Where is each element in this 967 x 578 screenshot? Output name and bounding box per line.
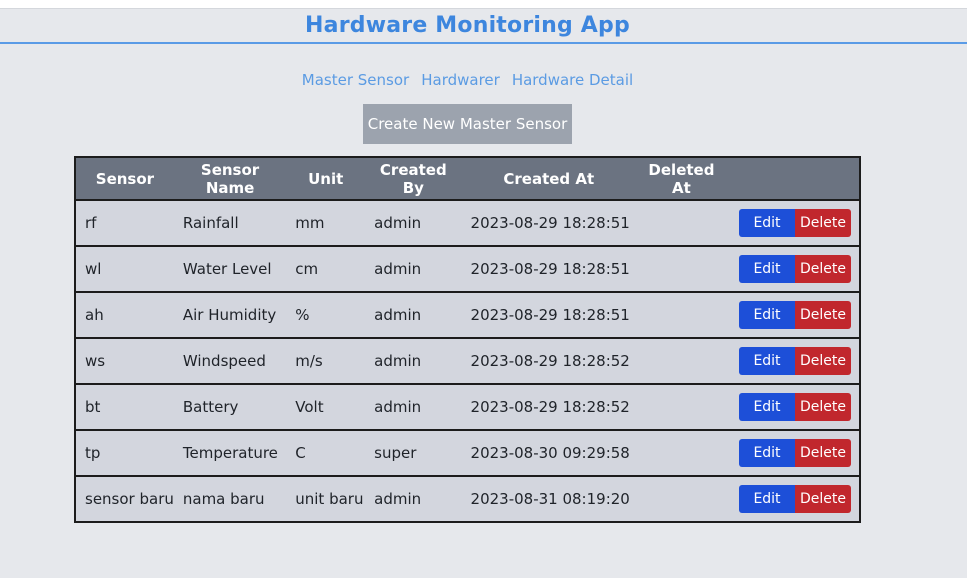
cell-actions: Edit Delete: [726, 292, 862, 339]
cell-created-at: 2023-08-29 18:28:51: [461, 200, 637, 247]
cell-deleted-at: [636, 338, 727, 385]
table-row: rf Rainfall mm admin 2023-08-29 18:28:51 Edit…: [74, 200, 862, 247]
cell-sensor-name: nama baru: [173, 476, 287, 523]
cell-sensor-name: Windspeed: [173, 338, 287, 385]
app-header: Hardware Monitoring App: [0, 9, 967, 44]
table-row: ws Windspeed m/s admin 2023-08-29 18:28:52 Ed…: [74, 338, 862, 385]
browser-top-strip: [0, 0, 967, 9]
cell-unit: cm: [286, 246, 366, 293]
cell-created-at: 2023-08-29 18:28:51: [461, 292, 637, 339]
cell-sensor-name: Air Humidity: [173, 292, 287, 339]
cell-unit: C: [286, 430, 366, 477]
create-master-sensor-button[interactable]: Create New Master Sensor: [363, 104, 572, 144]
delete-button[interactable]: Delete: [795, 255, 851, 283]
col-header-sensor: Sensor: [74, 156, 174, 201]
cell-created-at: 2023-08-30 09:29:58: [461, 430, 637, 477]
table-row: tp Temperature Csuper 2023-08-30 09:29:58 Ed…: [74, 430, 862, 477]
delete-button[interactable]: Delete: [795, 301, 851, 329]
col-header-created-at: Created At: [461, 156, 637, 201]
nav-link-hardware-detail[interactable]: Hardware Detail: [512, 71, 633, 89]
cell-sensor-name: Battery: [173, 384, 287, 431]
cell-actions: Edit Delete: [726, 476, 862, 523]
cell-deleted-at: [636, 384, 727, 431]
cell-deleted-at: [636, 246, 727, 293]
cell-sensor-name: Temperature: [173, 430, 287, 477]
delete-button[interactable]: Delete: [795, 209, 851, 237]
col-header-unit: Unit: [286, 156, 366, 201]
cell-created-by: admin: [365, 476, 462, 523]
cell-created-by: admin: [365, 200, 462, 247]
cell-unit: %: [286, 292, 366, 339]
delete-button[interactable]: Delete: [795, 439, 851, 467]
nav-link-hardwarer[interactable]: Hardwarer: [421, 71, 500, 89]
cell-deleted-at: [636, 430, 727, 477]
edit-button[interactable]: Edit: [739, 393, 795, 421]
cell-sensor: ws: [74, 338, 174, 385]
delete-button[interactable]: Delete: [795, 485, 851, 513]
col-header-sensor-name: Sensor Name: [173, 156, 287, 201]
cell-sensor: sensor baru: [74, 476, 174, 523]
edit-button[interactable]: Edit: [739, 485, 795, 513]
cell-actions: Edit Delete: [726, 246, 862, 293]
edit-button[interactable]: Edit: [739, 439, 795, 467]
table-header-row: Sensor Sensor Name Unit Created By Creat…: [74, 156, 862, 201]
table-row: wl Water Level cm admin 2023-08-29 18:28:51 E…: [74, 246, 862, 293]
cell-created-at: 2023-08-29 18:28:52: [461, 384, 637, 431]
cell-unit: unit baru: [286, 476, 366, 523]
cell-actions: Edit Delete: [726, 430, 862, 477]
cell-created-at: 2023-08-29 18:28:51: [461, 246, 637, 293]
cell-created-at: 2023-08-29 18:28:52: [461, 338, 637, 385]
cell-created-at: 2023-08-31 08:19:20: [461, 476, 637, 523]
cell-created-by: admin: [365, 246, 462, 293]
cell-sensor-name: Water Level: [173, 246, 287, 293]
app-title: Hardware Monitoring App: [305, 13, 630, 38]
cell-actions: Edit Delete: [726, 338, 862, 385]
edit-button[interactable]: Edit: [739, 255, 795, 283]
col-header-deleted-at: Deleted At: [636, 156, 727, 201]
cell-deleted-at: [636, 200, 727, 247]
cell-sensor: tp: [74, 430, 174, 477]
cell-unit: Volt: [286, 384, 366, 431]
sensor-table-container: Sensor Sensor Name Unit Created By Creat…: [74, 156, 862, 523]
cell-unit: mm: [286, 200, 366, 247]
cell-sensor: bt: [74, 384, 174, 431]
col-header-created-by: Created By: [365, 156, 462, 201]
table-row: bt Battery Volt admin 2023-08-29 18:28:52 Edi…: [74, 384, 862, 431]
cell-deleted-at: [636, 476, 727, 523]
table-row: sensor baru nama baru unit baru admin 2023-0…: [74, 476, 862, 523]
edit-button[interactable]: Edit: [739, 347, 795, 375]
cell-unit: m/s: [286, 338, 366, 385]
edit-button[interactable]: Edit: [739, 209, 795, 237]
cell-created-by: admin: [365, 338, 462, 385]
cell-actions: Edit Delete: [726, 200, 862, 247]
cell-sensor: wl: [74, 246, 174, 293]
nav-link-master-sensor[interactable]: Master Sensor: [302, 71, 409, 89]
cell-sensor-name: Rainfall: [173, 200, 287, 247]
cell-actions: Edit Delete: [726, 384, 862, 431]
col-header-actions: [726, 156, 862, 201]
main-nav: Master Sensor Hardwarer Hardware Detail: [0, 71, 935, 89]
cell-created-by: admin: [365, 384, 462, 431]
cell-created-by: super: [365, 430, 462, 477]
sensor-table: Sensor Sensor Name Unit Created By Creat…: [74, 156, 862, 523]
cell-deleted-at: [636, 292, 727, 339]
edit-button[interactable]: Edit: [739, 301, 795, 329]
cell-created-by: admin: [365, 292, 462, 339]
cell-sensor: ah: [74, 292, 174, 339]
delete-button[interactable]: Delete: [795, 393, 851, 421]
table-row: ah Air Humidity% admin 2023-08-29 18:28:51 E…: [74, 292, 862, 339]
delete-button[interactable]: Delete: [795, 347, 851, 375]
cell-sensor: rf: [74, 200, 174, 247]
